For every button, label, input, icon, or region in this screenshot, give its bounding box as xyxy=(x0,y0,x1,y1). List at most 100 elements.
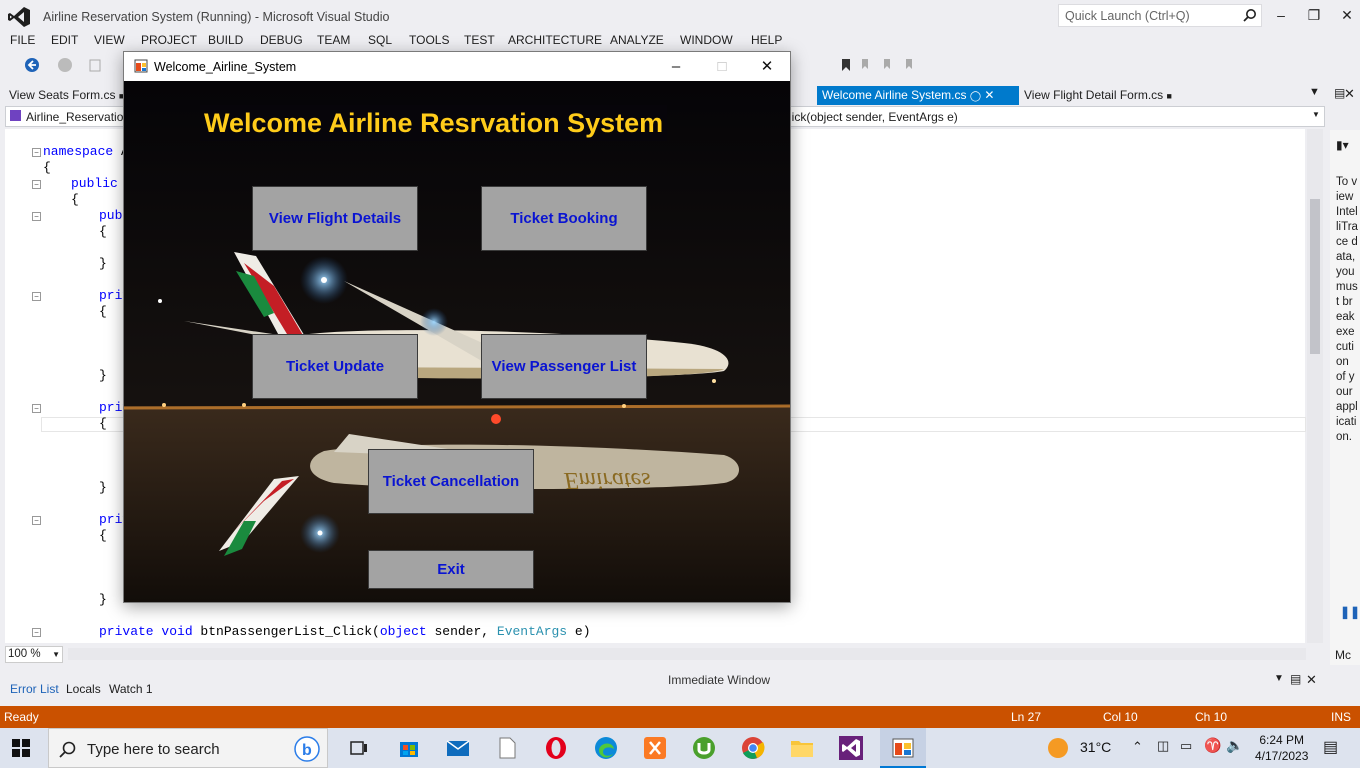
file-explorer-icon[interactable] xyxy=(790,736,814,760)
menu-team[interactable]: TEAM xyxy=(317,33,350,47)
tab-view-seats-form[interactable]: View Seats Form.cs ■ xyxy=(4,86,124,105)
fold-icon[interactable]: − xyxy=(32,292,41,301)
tab-watch-1[interactable]: Watch 1 xyxy=(109,682,153,696)
temperature[interactable]: 31°C xyxy=(1080,739,1111,755)
vertical-scrollbar[interactable] xyxy=(1307,129,1323,643)
view-flight-details-button[interactable]: View Flight Details xyxy=(252,186,418,251)
chevron-down-icon[interactable]: ▼ xyxy=(1312,110,1320,119)
menu-sql[interactable]: SQL xyxy=(368,33,392,47)
next-bookmark-icon[interactable] xyxy=(880,57,896,73)
menu-test[interactable]: TEST xyxy=(464,33,495,47)
zoom-level-dropdown[interactable]: 100 % ▼ xyxy=(5,646,63,663)
close-icon[interactable]: ✕ xyxy=(1306,672,1317,688)
scrollbar-thumb[interactable] xyxy=(1310,199,1320,354)
horizontal-scrollbar[interactable] xyxy=(68,648,1306,660)
menu-debug[interactable]: DEBUG xyxy=(260,33,303,47)
device-icon[interactable]: ◫ xyxy=(1157,738,1169,754)
view-passenger-list-button[interactable]: View Passenger List xyxy=(481,334,647,399)
exit-button[interactable]: Exit xyxy=(368,550,534,589)
forward-icon[interactable] xyxy=(57,57,73,73)
app-maximize-icon[interactable]: □ xyxy=(699,52,745,81)
project-dropdown[interactable]: Airline_Reservation xyxy=(26,110,130,124)
xampp-icon[interactable] xyxy=(643,736,667,760)
fold-icon[interactable]: − xyxy=(32,148,41,157)
menu-project[interactable]: PROJECT xyxy=(141,33,197,47)
bookmark-icon[interactable] xyxy=(838,57,854,73)
ticket-booking-button[interactable]: Ticket Booking xyxy=(481,186,647,251)
code-line: } xyxy=(99,480,107,495)
vs-title-bar: Airline Reservation System (Running) - M… xyxy=(0,0,1360,32)
app-minimize-icon[interactable]: – xyxy=(653,52,699,81)
mail-icon[interactable] xyxy=(446,736,470,760)
tab-view-flight-detail-form[interactable]: View Flight Detail Form.cs ■ xyxy=(1019,86,1172,105)
menu-architecture[interactable]: ARCHITECTURE xyxy=(508,33,602,47)
app-close-icon[interactable]: ✕ xyxy=(744,52,790,81)
windows-start-icon[interactable] xyxy=(12,739,30,757)
panel-menu-icon[interactable]: ▮▾ xyxy=(1336,138,1349,152)
back-icon[interactable] xyxy=(24,57,40,73)
chevron-up-icon[interactable]: ⌃ xyxy=(1132,739,1143,755)
chrome-icon[interactable] xyxy=(741,736,765,760)
menu-edit[interactable]: EDIT xyxy=(51,33,78,47)
wifi-icon[interactable]: ♈ xyxy=(1204,737,1221,754)
fold-icon[interactable]: − xyxy=(32,212,41,221)
immediate-window-title[interactable]: Immediate Window xyxy=(668,673,770,687)
menu-help[interactable]: HELP xyxy=(751,33,782,47)
menu-window[interactable]: WINDOW xyxy=(680,33,733,47)
app-title-bar[interactable]: Welcome_Airline_System – □ ✕ xyxy=(124,52,790,81)
edge-icon[interactable] xyxy=(594,736,618,760)
svg-text:b: b xyxy=(302,742,312,759)
bing-icon[interactable]: b xyxy=(294,736,320,762)
task-view-icon[interactable] xyxy=(347,736,371,760)
minimize-icon[interactable]: – xyxy=(1264,0,1298,30)
pause-icon[interactable]: ❚❚ xyxy=(1340,605,1360,619)
tab-locals[interactable]: Locals xyxy=(66,682,101,696)
fold-icon[interactable]: − xyxy=(32,180,41,189)
panel-close-icon[interactable]: ✕ xyxy=(1344,86,1355,102)
tab-welcome-airline-system[interactable]: Welcome Airline System.cs ◯ ✕ xyxy=(817,86,1019,105)
weather-sun-icon[interactable] xyxy=(1047,737,1069,759)
code-line: { xyxy=(99,304,107,319)
fold-icon[interactable]: − xyxy=(32,516,41,525)
quick-launch-input[interactable]: Quick Launch (Ctrl+Q) xyxy=(1058,4,1262,27)
utorrent-icon[interactable] xyxy=(692,736,716,760)
tab-dropdown-icon[interactable]: ▼ xyxy=(1309,86,1320,98)
pin-icon[interactable]: ◯ xyxy=(970,91,981,102)
intellitrace-message: To view IntelliTrace data, you must brea… xyxy=(1336,176,1358,443)
menu-analyze[interactable]: ANALYZE xyxy=(610,33,664,47)
menu-build[interactable]: BUILD xyxy=(208,33,243,47)
code-line: private void btnPassengerList_Click(obje… xyxy=(99,624,591,639)
status-char: Ch 10 xyxy=(1195,710,1228,724)
member-dropdown[interactable]: lick(object sender, EventArgs e) xyxy=(789,110,958,124)
ticket-update-button[interactable]: Ticket Update xyxy=(252,334,418,399)
visual-studio-icon[interactable] xyxy=(839,736,863,760)
menu-file[interactable]: FILE xyxy=(10,33,35,47)
opera-icon[interactable] xyxy=(544,736,568,760)
store-icon[interactable] xyxy=(397,736,421,760)
pin-icon[interactable]: ■ xyxy=(1167,91,1172,101)
taskbar-search[interactable]: Type here to search b xyxy=(48,728,328,768)
ticket-cancellation-button[interactable]: Ticket Cancellation xyxy=(368,449,534,514)
tab-label: View Seats Form.cs xyxy=(9,88,116,102)
winforms-app-icon xyxy=(892,738,914,758)
notification-icon[interactable]: ▤ xyxy=(1323,737,1338,757)
fold-icon[interactable]: − xyxy=(32,404,41,413)
menu-tools[interactable]: TOOLS xyxy=(409,33,449,47)
restore-icon[interactable]: ❐ xyxy=(1297,0,1331,30)
close-icon[interactable]: ✕ xyxy=(1330,0,1360,30)
tab-close-icon[interactable]: ✕ xyxy=(984,88,994,102)
tab-error-list[interactable]: Error List xyxy=(10,682,59,696)
battery-icon[interactable]: ▭ xyxy=(1180,738,1192,754)
volume-icon[interactable]: 🔈 xyxy=(1226,737,1243,754)
fold-icon[interactable]: − xyxy=(32,628,41,637)
prev-bookmark-icon[interactable] xyxy=(858,57,874,73)
new-project-icon[interactable] xyxy=(88,57,104,73)
clear-bookmarks-icon[interactable] xyxy=(902,57,918,73)
system-clock[interactable]: 6:24 PM 4/17/2023 xyxy=(1255,732,1308,764)
file-icon[interactable] xyxy=(495,736,519,760)
clock-time: 6:24 PM xyxy=(1259,733,1305,747)
menu-view[interactable]: VIEW xyxy=(94,33,125,47)
taskbar-active-app[interactable] xyxy=(880,728,926,768)
dropdown-icon[interactable]: ▼ xyxy=(1274,673,1284,684)
pin-icon[interactable]: ▤ xyxy=(1290,672,1301,686)
